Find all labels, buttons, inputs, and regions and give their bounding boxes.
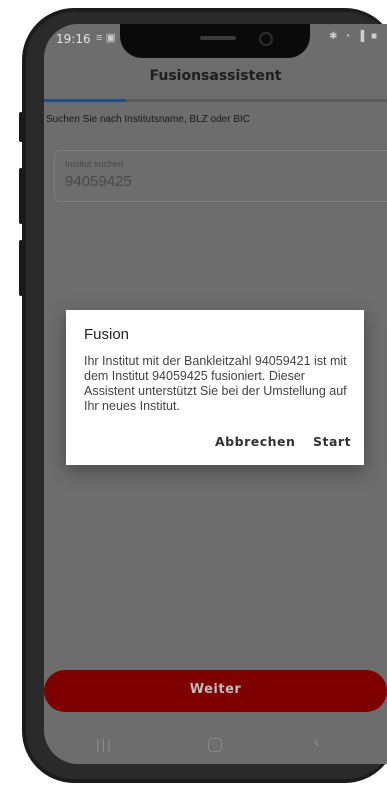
- system-status-icons: ✱ ◔ ▐ ■: [329, 31, 379, 42]
- dialog-title: Fusion: [84, 326, 130, 343]
- home-icon[interactable]: [208, 738, 222, 752]
- notification-icons: ≡ ▣: [96, 32, 116, 44]
- search-hint: Suchen Sie nach Institutsname, BLZ oder …: [46, 114, 250, 125]
- front-camera-icon: [259, 32, 273, 46]
- recents-icon[interactable]: |||: [96, 736, 113, 752]
- status-time: 19:16: [56, 32, 91, 46]
- progress-bar-fill: [44, 99, 127, 102]
- volume-up-button: [19, 112, 24, 142]
- camera-notch: [120, 24, 310, 58]
- next-button[interactable]: Weiter: [44, 670, 387, 712]
- back-icon[interactable]: ‹: [314, 734, 319, 752]
- speaker-grille: [200, 36, 236, 40]
- page-title: Fusionsassistent: [149, 68, 282, 84]
- volume-down-button: [19, 168, 24, 224]
- search-input-label: Institut suchen: [65, 159, 124, 169]
- start-button[interactable]: Start: [313, 434, 351, 449]
- progress-bar: [44, 99, 387, 102]
- power-button: [19, 240, 24, 296]
- system-nav-bar: ||| ‹: [44, 724, 387, 764]
- search-input-value[interactable]: 94059425: [65, 173, 132, 190]
- institute-search-input[interactable]: Institut suchen 94059425: [54, 150, 387, 202]
- fusion-dialog: Fusion Ihr Institut mit der Bankleitzahl…: [66, 310, 364, 465]
- screen: 19:16 ≡ ▣ ✱ ◔ ▐ ■ Fusionsassistent Suche…: [44, 24, 387, 764]
- cancel-button[interactable]: Abbrechen: [215, 434, 295, 449]
- next-button-label: Weiter: [189, 682, 242, 697]
- dialog-message: Ihr Institut mit der Bankleitzahl 940594…: [84, 354, 347, 413]
